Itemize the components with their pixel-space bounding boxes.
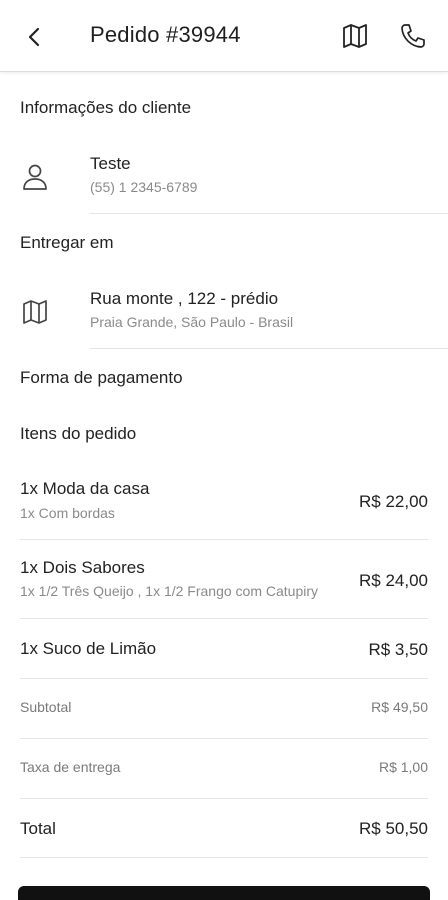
subtotal-label: Subtotal [20, 699, 72, 715]
customer-name: Teste [90, 154, 131, 173]
call-button[interactable] [396, 19, 430, 53]
item-price: R$ 22,00 [359, 492, 428, 511]
item-name: 1x Dois Sabores [20, 558, 145, 577]
divider [20, 738, 428, 739]
delivery-address: Rua monte , 122 - prédio [90, 289, 279, 308]
bottom-action-button[interactable] [18, 886, 430, 900]
total-label: Total [20, 819, 56, 838]
payment-section-title: Forma de pagamento [20, 368, 183, 387]
divider [90, 348, 448, 349]
delivery-city: Praia Grande, São Paulo - Brasil [90, 314, 294, 330]
delivery-fee-label: Taxa de entrega [20, 759, 121, 775]
item-price: R$ 24,00 [359, 571, 428, 590]
map-icon [343, 24, 367, 48]
phone-icon [401, 24, 425, 48]
customer-section-title: Informações do cliente [20, 98, 192, 117]
map-icon [18, 295, 52, 329]
map-button[interactable] [338, 19, 372, 53]
arrow-back-icon [28, 27, 40, 47]
customer-row: Teste (55) 1 2345-6789 [0, 150, 448, 214]
delivery-row: Rua monte , 122 - prédio Praia Grande, S… [0, 285, 448, 349]
back-button[interactable] [18, 20, 52, 54]
divider [20, 539, 428, 540]
divider [20, 618, 428, 619]
subtotal-value: R$ 49,50 [371, 699, 428, 715]
divider [20, 678, 428, 679]
items-section-title: Itens do pedido [20, 424, 137, 443]
total-value: R$ 50,50 [359, 819, 428, 838]
delivery-fee-value: R$ 1,00 [378, 759, 428, 775]
divider [20, 857, 428, 858]
item-price: R$ 3,50 [368, 640, 428, 659]
person-icon [18, 160, 52, 194]
app-bar: Pedido #39944 [0, 0, 448, 72]
divider [20, 798, 428, 799]
item-description: 1x 1/2 Três Queijo , 1x 1/2 Frango com C… [20, 583, 319, 599]
page-title: Pedido #39944 [90, 22, 241, 47]
customer-phone: (55) 1 2345-6789 [90, 179, 198, 195]
item-name: 1x Suco de Limão [20, 639, 157, 658]
item-description: 1x Com bordas [20, 505, 115, 521]
delivery-section-title: Entregar em [20, 233, 114, 252]
item-name: 1x Moda da casa [20, 479, 150, 498]
divider [90, 213, 448, 214]
